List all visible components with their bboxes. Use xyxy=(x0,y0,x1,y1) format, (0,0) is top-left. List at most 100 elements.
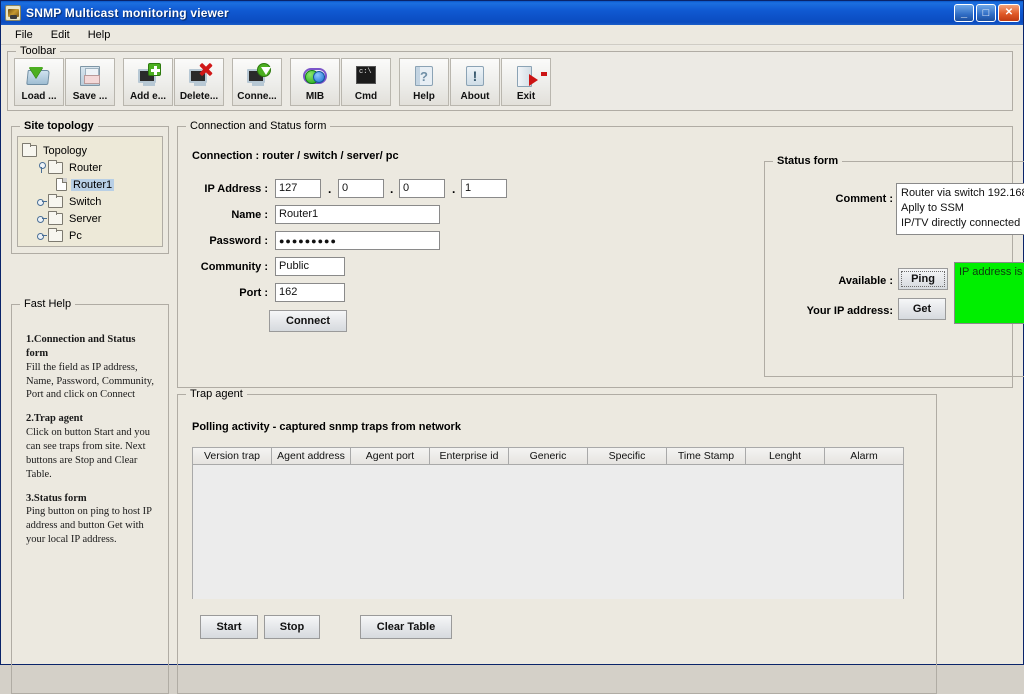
menu-item-help[interactable]: Help xyxy=(80,27,119,43)
port-input[interactable]: 162 xyxy=(275,283,345,302)
trap-caption: Polling activity - captured snmp traps f… xyxy=(192,421,461,433)
get-button[interactable]: Get xyxy=(898,298,946,320)
fast-help-block-1: 1.Connection and Status form Fill the fi… xyxy=(26,333,158,402)
toolbar-load-button[interactable]: Load ... xyxy=(14,58,64,106)
port-label: Port : xyxy=(239,287,268,299)
title-bar: SNMP Multicast monitoring viewer _ □ ✕ xyxy=(1,1,1023,25)
console-icon: c:\ xyxy=(353,63,379,89)
toolbar-cmd-button[interactable]: c:\ Cmd xyxy=(341,58,391,106)
site-topology-title: Site topology xyxy=(20,120,98,132)
toolbar-add-button[interactable]: Add e... xyxy=(123,58,173,106)
ip-octet-3-input[interactable]: 0 xyxy=(399,179,445,198)
tree-node-server[interactable]: Server xyxy=(22,210,158,227)
tree-node-label: Router1 xyxy=(71,178,115,191)
collapse-handle-icon[interactable] xyxy=(36,213,47,224)
exit-door-icon xyxy=(513,63,547,89)
ip-octet-4-input[interactable]: 1 xyxy=(461,179,507,198)
status-result-area[interactable]: IP address is available. xyxy=(954,262,1024,324)
toolbar-exit-button[interactable]: Exit xyxy=(501,58,551,106)
trap-table[interactable]: Version trap Agent address Agent port En… xyxy=(192,447,904,599)
your-ip-label: Your IP address: xyxy=(806,305,893,317)
column-header-alarm[interactable]: Alarm xyxy=(825,448,903,465)
tree-node-topology[interactable]: Topology xyxy=(22,142,158,159)
ip-octet-1-input[interactable]: 127 xyxy=(275,179,321,198)
toolbar-help-label: Help xyxy=(413,91,435,102)
fast-help-heading: 2.Trap agent xyxy=(26,413,83,425)
fast-help-block-2: 2.Trap agent Click on button Start and y… xyxy=(26,412,158,481)
clear-table-button[interactable]: Clear Table xyxy=(360,615,452,639)
about-glyph: ! xyxy=(466,66,484,86)
toolbar-exit-label: Exit xyxy=(516,91,536,102)
connection-caption: Connection : router / switch / server/ p… xyxy=(192,150,399,162)
tree-node-router[interactable]: Router xyxy=(22,159,158,176)
status-form-title: Status form xyxy=(773,155,843,167)
column-header-version-trap[interactable]: Version trap xyxy=(193,448,272,465)
toolbar-save-button[interactable]: Save ... xyxy=(65,58,115,106)
maximize-button[interactable]: □ xyxy=(976,4,996,22)
toolbar-add-label: Add e... xyxy=(129,91,167,102)
close-icon: ✕ xyxy=(1004,7,1014,18)
toolbar-about-label: About xyxy=(460,91,490,102)
status-result-text: IP address is available. xyxy=(955,263,1024,323)
folder-icon xyxy=(48,227,63,242)
password-input[interactable]: ●●●●●●●●● xyxy=(275,231,440,250)
column-header-generic[interactable]: Generic xyxy=(509,448,588,465)
toolbar-help-button[interactable]: ? Help xyxy=(399,58,449,106)
ip-octet-2-input[interactable]: 0 xyxy=(338,179,384,198)
column-header-agent-port[interactable]: Agent port xyxy=(351,448,430,465)
fast-help-heading: 1.Connection and Status form xyxy=(26,334,136,359)
app-icon xyxy=(5,5,21,21)
folder-icon xyxy=(48,210,63,225)
window-controls: _ □ ✕ xyxy=(954,4,1020,22)
menu-bar: File Edit Help xyxy=(1,25,1023,45)
connect-button[interactable]: Connect xyxy=(269,310,347,332)
monitor-add-icon xyxy=(135,63,161,89)
toolbar-mib-label: MIB xyxy=(305,91,325,102)
console-glyph: c:\ xyxy=(356,66,376,84)
collapse-handle-icon[interactable] xyxy=(36,230,47,241)
minimize-button[interactable]: _ xyxy=(954,4,974,22)
toolbar-panel: Toolbar Load ... Save ... Add e... Delet… xyxy=(7,45,1013,111)
trap-table-body[interactable] xyxy=(193,465,903,599)
app-window: SNMP Multicast monitoring viewer _ □ ✕ F… xyxy=(0,0,1024,694)
trap-table-header: Version trap Agent address Agent port En… xyxy=(193,448,903,465)
menu-item-file[interactable]: File xyxy=(7,27,41,43)
toolbar-delete-button[interactable]: Delete... xyxy=(174,58,224,106)
column-header-lenght[interactable]: Lenght xyxy=(746,448,825,465)
toolbar-about-button[interactable]: ! About xyxy=(450,58,500,106)
ip-separator-2: . xyxy=(390,182,394,196)
menu-item-edit[interactable]: Edit xyxy=(43,27,78,43)
tree-node-router1[interactable]: Router1 xyxy=(22,176,158,193)
column-header-enterprise-id[interactable]: Enterprise id xyxy=(430,448,509,465)
body-area: Toolbar Load ... Save ... Add e... Delet… xyxy=(1,45,1024,694)
toolbar-mib-button[interactable]: MIB xyxy=(290,58,340,106)
tree-node-label: Server xyxy=(69,212,102,225)
folder-icon xyxy=(48,193,63,208)
topology-tree[interactable]: Topology Router Router1 Switch Server Pc xyxy=(17,136,163,247)
toolbar-delete-label: Delete... xyxy=(179,91,219,102)
monitor-connect-icon xyxy=(244,63,271,89)
ip-separator-1: . xyxy=(328,182,332,196)
folder-icon xyxy=(22,142,37,157)
status-form-panel: Status form Comment : Router via switch … xyxy=(764,155,1024,377)
comment-label: Comment : xyxy=(835,193,893,205)
toolbar-save-label: Save ... xyxy=(72,91,108,102)
help-glyph: ? xyxy=(415,66,433,86)
name-input[interactable]: Router1 xyxy=(275,205,440,224)
ping-button[interactable]: Ping xyxy=(898,268,948,290)
tree-node-switch[interactable]: Switch xyxy=(22,193,158,210)
column-header-specific[interactable]: Specific xyxy=(588,448,667,465)
close-button[interactable]: ✕ xyxy=(998,4,1020,22)
collapse-handle-icon[interactable] xyxy=(36,196,47,207)
tree-node-pc[interactable]: Pc xyxy=(22,227,158,244)
toolbar-buttons: Load ... Save ... Add e... Delete... Con… xyxy=(14,58,552,106)
toolbar-connect-button[interactable]: Conne... xyxy=(232,58,282,106)
comment-textarea[interactable]: Router via switch 192.168.0.2 Aplly to S… xyxy=(896,183,1024,235)
expand-handle-icon[interactable] xyxy=(36,162,47,173)
community-input[interactable]: Public xyxy=(275,257,345,276)
column-header-time-stamp[interactable]: Time Stamp xyxy=(667,448,746,465)
stop-button[interactable]: Stop xyxy=(264,615,320,639)
floppy-disk-icon xyxy=(77,63,103,89)
start-button[interactable]: Start xyxy=(200,615,258,639)
column-header-agent-address[interactable]: Agent address xyxy=(272,448,351,465)
